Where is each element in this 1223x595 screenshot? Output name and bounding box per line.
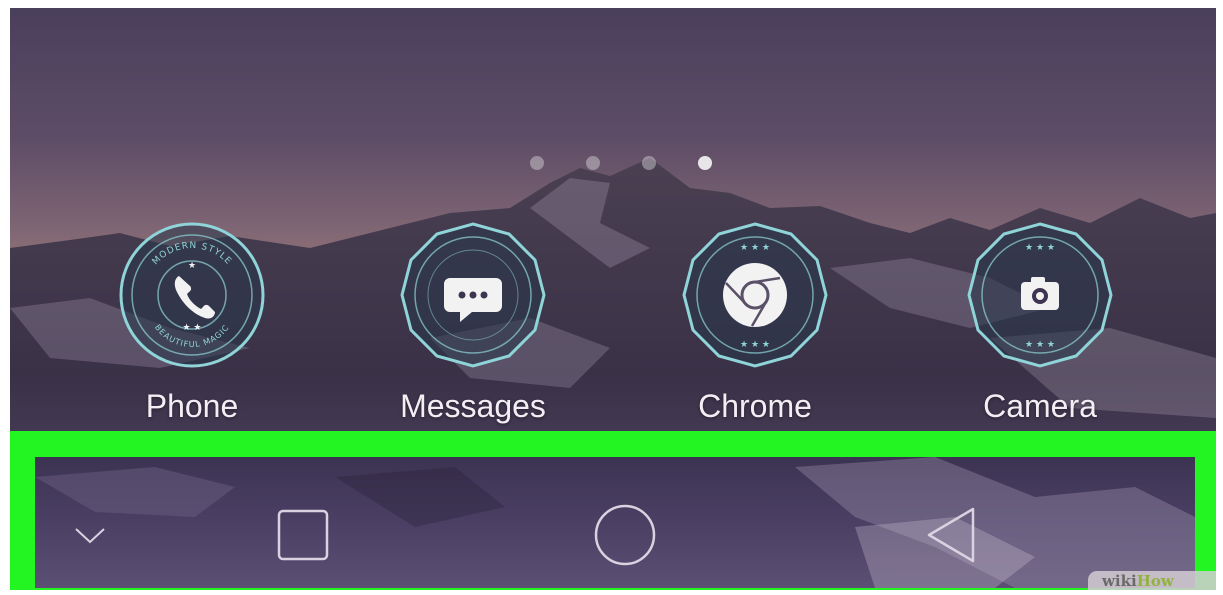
app-messages[interactable]: Messages (373, 220, 573, 435)
home-screen: MODERN STYLE BEAUTIFUL MAGIC ★ ★ ★ Phone… (10, 8, 1216, 590)
svg-text:★ ★ ★: ★ ★ ★ (740, 243, 770, 253)
svg-text:★ ★: ★ ★ (183, 323, 202, 333)
app-chrome[interactable]: ★ ★ ★ ★ ★ ★ Chrome (655, 220, 855, 435)
page-dot[interactable] (642, 156, 656, 170)
recent-apps-button[interactable] (263, 495, 343, 575)
phone-icon: MODERN STYLE BEAUTIFUL MAGIC ★ ★ ★ (119, 222, 265, 368)
wikihow-watermark: wikiHow (1088, 571, 1216, 590)
navigation-bar (35, 457, 1195, 588)
collapse-nav-button[interactable] (50, 495, 130, 575)
page-dot[interactable] (530, 156, 544, 170)
app-phone[interactable]: MODERN STYLE BEAUTIFUL MAGIC ★ ★ ★ Phone (92, 220, 292, 435)
app-label: Messages (400, 388, 546, 424)
chevron-down-icon (75, 528, 105, 544)
svg-text:★ ★ ★: ★ ★ ★ (1025, 243, 1055, 253)
wikihow-logo: wikiHow (1101, 572, 1175, 590)
home-circle-icon (594, 504, 656, 566)
app-label: Camera (983, 388, 1097, 424)
svg-text:★: ★ (188, 261, 196, 271)
app-label: Phone (145, 388, 239, 424)
recent-apps-icon (277, 509, 329, 561)
page-dot[interactable] (586, 156, 600, 170)
svg-text:★ ★ ★: ★ ★ ★ (740, 340, 770, 350)
app-label: Chrome (698, 388, 812, 424)
chrome-icon: ★ ★ ★ ★ ★ ★ (682, 222, 828, 368)
camera-icon: ★ ★ ★ ★ ★ ★ (967, 222, 1113, 368)
back-triangle-icon (927, 507, 975, 563)
back-button[interactable] (911, 495, 991, 575)
app-camera[interactable]: ★ ★ ★ ★ ★ ★ Camera (940, 220, 1140, 435)
home-button[interactable] (585, 495, 665, 575)
svg-text:wikiHow: wikiHow (1101, 572, 1175, 590)
message-bubble-icon (400, 222, 546, 368)
page-dot-active[interactable] (698, 156, 712, 170)
svg-text:★ ★ ★: ★ ★ ★ (1025, 340, 1055, 350)
page-indicator[interactable] (520, 153, 720, 173)
